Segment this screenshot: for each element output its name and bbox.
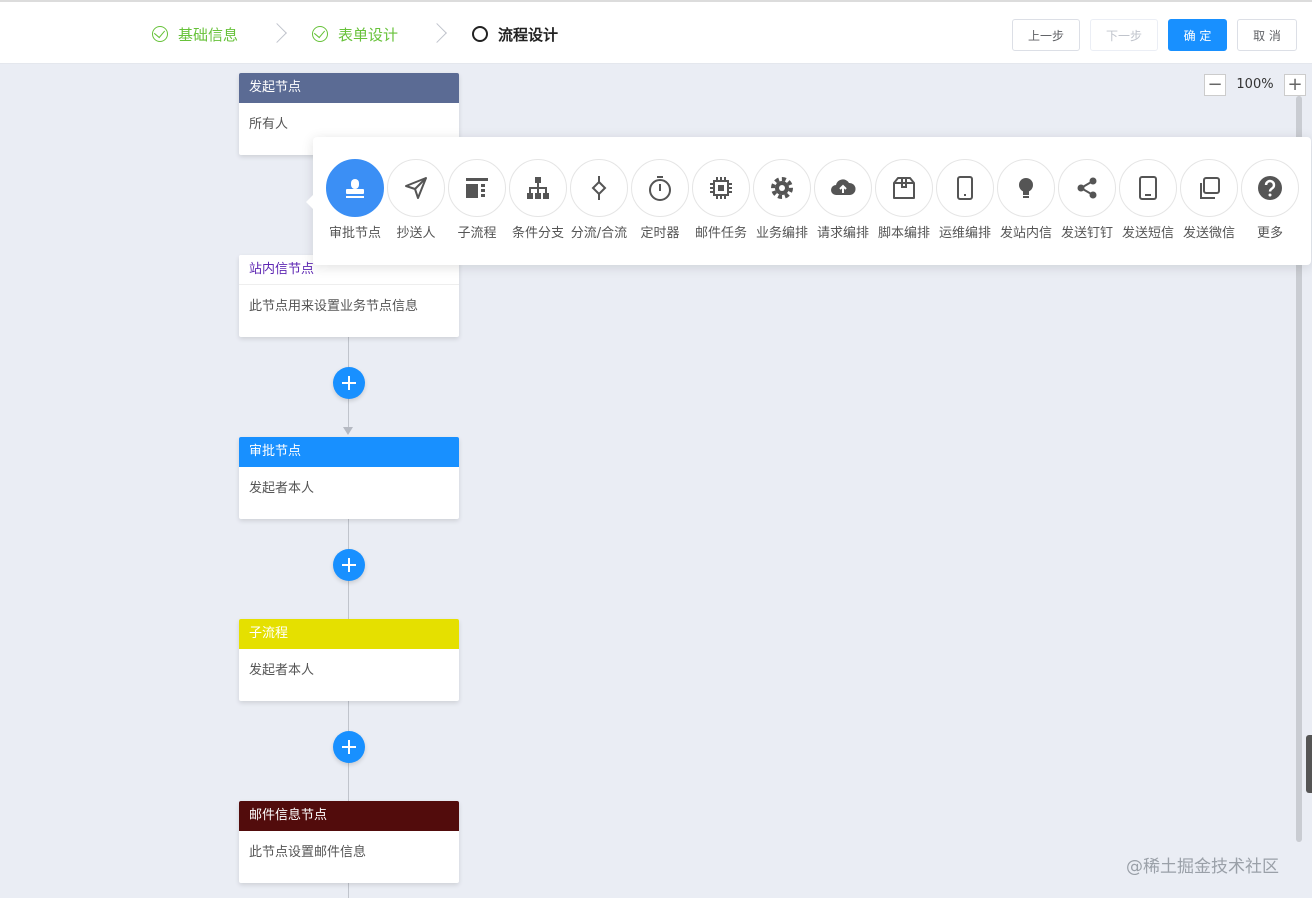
- node-body: 发起者本人: [249, 481, 315, 496]
- header-bar: 基础信息 表单设计 流程设计 上一步 下一步 确 定 取 消: [0, 0, 1312, 64]
- check-circle-icon: [152, 26, 168, 42]
- tool-ops-orchestration[interactable]: 运维编排: [934, 159, 996, 249]
- node-title: 审批节点: [239, 437, 459, 467]
- tool-wechat[interactable]: 发送微信: [1178, 159, 1240, 249]
- tool-timer[interactable]: 定时器: [629, 159, 691, 249]
- send-icon: [405, 177, 427, 199]
- tool-script-orchestration[interactable]: 脚本编排: [873, 159, 935, 249]
- phone-icon: [1139, 176, 1157, 200]
- node-body: 此节点用来设置业务节点信息: [249, 299, 419, 314]
- tablet-icon: [957, 176, 973, 200]
- node-title: 子流程: [239, 619, 459, 649]
- chevron-right-icon: [427, 23, 447, 43]
- add-node-button[interactable]: [333, 731, 365, 763]
- tool-more[interactable]: 更多: [1239, 159, 1301, 249]
- node-subprocess[interactable]: 子流程 发起者本人: [239, 619, 459, 701]
- copy-icon: [1200, 177, 1220, 199]
- subprocess-icon: [466, 178, 488, 198]
- timer-icon: [649, 176, 671, 201]
- step-basic-info[interactable]: 基础信息: [152, 22, 238, 46]
- chevron-right-icon: [267, 23, 287, 43]
- zoom-level: 100%: [1236, 77, 1274, 92]
- node-body: 此节点设置邮件信息: [249, 845, 367, 860]
- chip-icon: [710, 177, 732, 199]
- tool-approval-node[interactable]: 审批节点: [324, 159, 386, 249]
- tool-sms[interactable]: 发送短信: [1117, 159, 1179, 249]
- stamp-icon: [346, 179, 364, 198]
- tool-cc[interactable]: 抄送人: [385, 159, 447, 249]
- tool-inbox-message[interactable]: 发站内信: [995, 159, 1057, 249]
- cancel-button[interactable]: 取 消: [1237, 19, 1297, 51]
- gear-icon: [771, 177, 793, 199]
- cloud-upload-icon: [831, 179, 856, 195]
- node-title: 邮件信息节点: [239, 801, 459, 831]
- tool-request-orchestration[interactable]: 请求编排: [812, 159, 874, 249]
- add-node-button[interactable]: [333, 367, 365, 399]
- zoom-out-button[interactable]: −: [1204, 74, 1226, 96]
- node-email[interactable]: 邮件信息节点 此节点设置邮件信息: [239, 801, 459, 883]
- step-label: 表单设计: [338, 25, 399, 44]
- tool-dingtalk[interactable]: 发送钉钉: [1056, 159, 1118, 249]
- next-step-button[interactable]: 下一步: [1090, 19, 1158, 51]
- step-process-design[interactable]: 流程设计: [472, 22, 558, 46]
- box-icon: [893, 177, 915, 199]
- confirm-button[interactable]: 确 定: [1168, 19, 1227, 51]
- zoom-in-button[interactable]: +: [1284, 74, 1306, 96]
- check-circle-icon: [312, 26, 328, 42]
- tool-label: 更多: [1256, 226, 1283, 241]
- org-tree-icon: [527, 177, 549, 199]
- node-approval[interactable]: 审批节点 发起者本人: [239, 437, 459, 519]
- watermark: @稀土掘金技术社区: [1126, 857, 1279, 877]
- node-type-popup: 审批节点 抄送人 子流程 条件分支 分流/合流 定时器 邮件任务 业务编排 请求…: [306, 137, 1311, 265]
- flow-connector: [348, 883, 349, 898]
- step-label: 流程设计: [498, 25, 559, 44]
- tool-business-orchestration[interactable]: 业务编排: [751, 159, 813, 249]
- side-drawer-handle[interactable]: [1306, 735, 1312, 793]
- tool-condition-branch[interactable]: 条件分支: [507, 159, 569, 249]
- node-body: 发起者本人: [249, 663, 315, 678]
- share-icon: [1077, 177, 1097, 199]
- node-title: 发起节点: [239, 73, 459, 103]
- tool-subprocess[interactable]: 子流程: [446, 159, 508, 249]
- add-node-button[interactable]: [333, 549, 365, 581]
- bulb-icon: [1019, 178, 1033, 198]
- flow-arrow-icon: [343, 427, 353, 435]
- circle-icon: [472, 26, 488, 42]
- prev-step-button[interactable]: 上一步: [1012, 19, 1080, 51]
- step-form-design[interactable]: 表单设计: [312, 22, 398, 46]
- diamond-split-icon: [591, 176, 607, 200]
- help-icon: [1258, 176, 1282, 200]
- tool-email-task[interactable]: 邮件任务: [690, 159, 752, 249]
- step-label: 基础信息: [178, 25, 239, 44]
- tool-split-merge[interactable]: 分流/合流: [568, 159, 630, 249]
- node-inbox-message[interactable]: 站内信节点 此节点用来设置业务节点信息: [239, 255, 459, 337]
